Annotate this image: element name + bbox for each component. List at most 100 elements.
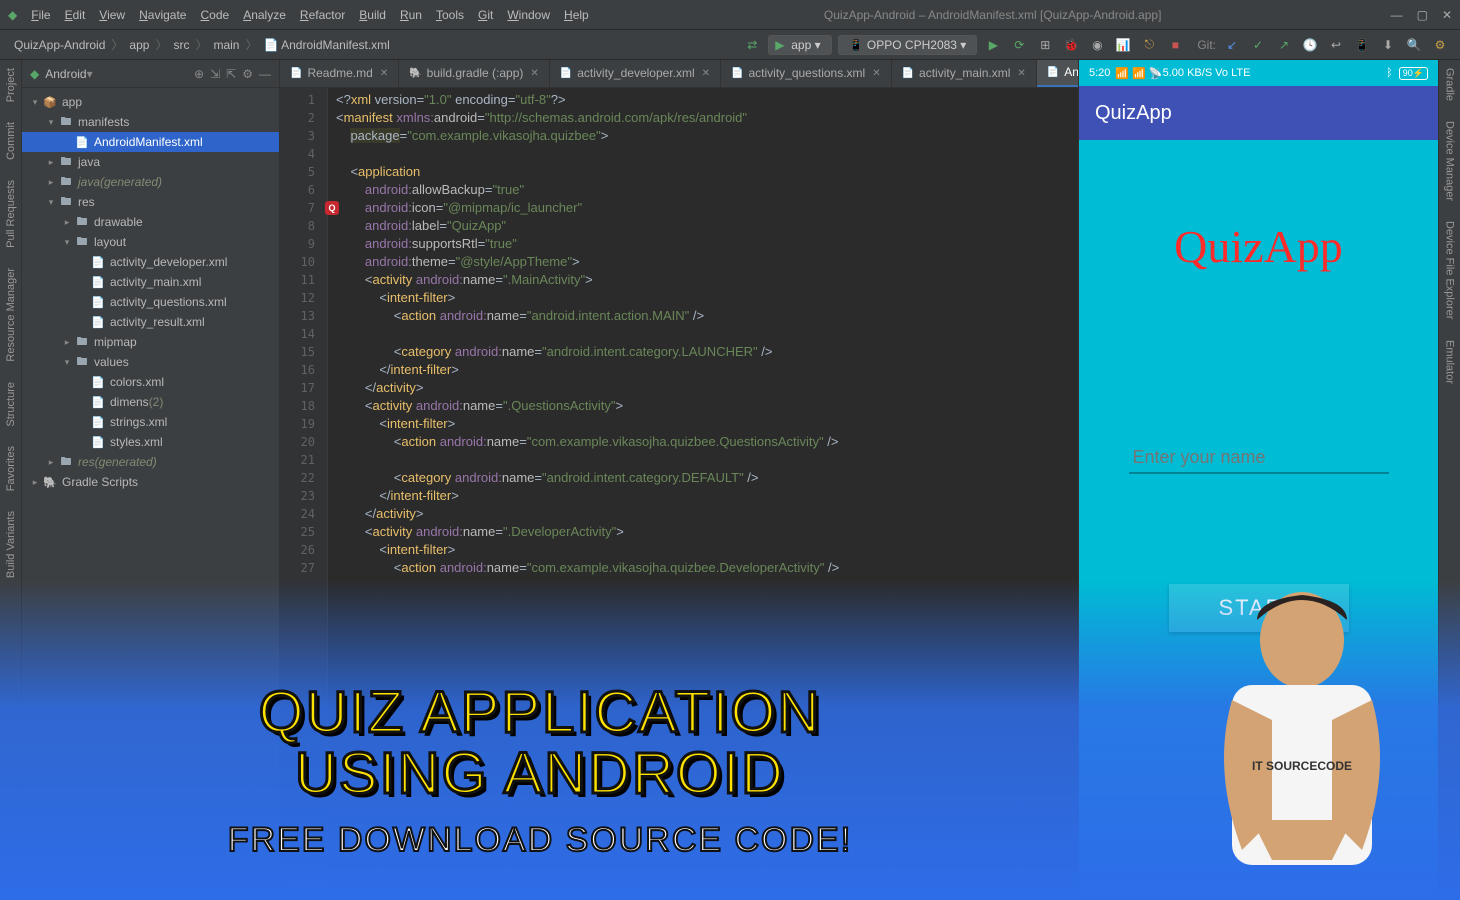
tool-tab-favorites[interactable]: Favorites (5, 446, 17, 491)
editor-mode-tab[interactable]: Text (290, 880, 330, 898)
code-line[interactable]: <activity android:name=".MainActivity"> (336, 271, 1070, 289)
run-icon[interactable]: ▶ (985, 37, 1001, 53)
run-config-select[interactable]: app ▾ (768, 35, 831, 55)
crumb[interactable]: QuizApp-Android (10, 36, 109, 54)
tree-node[interactable]: ▸🖿mipmap (22, 332, 279, 352)
menu-refactor[interactable]: Refactor (294, 5, 351, 25)
tool-tab-resource-manager[interactable]: Resource Manager (5, 268, 17, 362)
tree-node[interactable]: ▸🐘Gradle Scripts (22, 472, 279, 492)
menu-build[interactable]: Build (353, 5, 392, 25)
tool-tab-device-manager[interactable]: Device Manager (1444, 121, 1456, 201)
code-line[interactable] (336, 451, 1070, 469)
code-line[interactable]: <intent-filter> (336, 289, 1070, 307)
tree-node[interactable]: ▾🖿manifests (22, 112, 279, 132)
avd-icon[interactable]: 📱 (1354, 37, 1370, 53)
code-line[interactable]: <intent-filter> (336, 541, 1070, 559)
coverage-icon[interactable]: ◉ (1089, 37, 1105, 53)
code-line[interactable]: <action android:name="com.example.vikaso… (336, 433, 1070, 451)
apply-changes-icon[interactable]: ⟳ (1011, 37, 1027, 53)
menu-run[interactable]: Run (394, 5, 428, 25)
tree-node[interactable]: 📄activity_questions.xml (22, 292, 279, 312)
debug-icon[interactable]: 🐞 (1063, 37, 1079, 53)
menu-git[interactable]: Git (472, 5, 499, 25)
close-tab-icon[interactable]: ✕ (1017, 68, 1025, 79)
menu-navigate[interactable]: Navigate (133, 5, 192, 25)
name-input[interactable] (1129, 443, 1389, 474)
close-icon[interactable]: ✕ (1442, 8, 1452, 22)
code-line[interactable]: </intent-filter> (336, 487, 1070, 505)
minimize-icon[interactable]: — (1391, 8, 1403, 22)
git-update-icon[interactable]: ↙ (1224, 37, 1240, 53)
code-line[interactable]: </activity> (336, 379, 1070, 397)
tool-tab-gradle[interactable]: Gradle (1444, 68, 1456, 101)
code-line[interactable]: <category android:name="android.intent.c… (336, 343, 1070, 361)
code-line[interactable]: <action android:name="com.example.vikaso… (336, 559, 1070, 577)
close-tab-icon[interactable]: ✕ (380, 68, 388, 79)
tree-node[interactable]: ▾🖿values (22, 352, 279, 372)
close-tab-icon[interactable]: ✕ (530, 68, 538, 79)
tree-node[interactable]: 📄dimens (2) (22, 392, 279, 412)
code-line[interactable]: android:supportsRtl="true" (336, 235, 1070, 253)
sync-icon[interactable]: ⇄ (744, 37, 760, 53)
tree-node[interactable]: 📄activity_developer.xml (22, 252, 279, 272)
crumb[interactable]: app (125, 36, 153, 54)
code-line[interactable]: <?xml version="1.0" encoding="utf-8"?> (336, 91, 1070, 109)
git-commit-icon[interactable]: ✓ (1250, 37, 1266, 53)
crumb[interactable]: src (169, 36, 193, 54)
search-icon[interactable]: 🔍 (1406, 37, 1422, 53)
tool-tab-commit[interactable]: Commit (5, 122, 17, 160)
settings-icon[interactable]: ⚙ (1432, 37, 1448, 53)
git-push-icon[interactable]: ↗ (1276, 37, 1292, 53)
profiler-icon[interactable]: 📊 (1115, 37, 1131, 53)
tree-node[interactable]: ▾🖿layout (22, 232, 279, 252)
hide-icon[interactable]: — (259, 67, 271, 81)
tree-node[interactable]: 📄strings.xml (22, 412, 279, 432)
sdk-icon[interactable]: ⬇ (1380, 37, 1396, 53)
code-line[interactable]: <category android:name="android.intent.c… (336, 469, 1070, 487)
editor-tab[interactable]: 📄activity_developer.xml✕ (550, 60, 721, 87)
git-history-icon[interactable]: 🕓 (1302, 37, 1318, 53)
code-line[interactable]: <application (336, 163, 1070, 181)
tree-node[interactable]: ▸🖿java (22, 152, 279, 172)
tree-node[interactable]: 📄colors.xml (22, 372, 279, 392)
tree-node[interactable]: ▾📦app (22, 92, 279, 112)
menu-window[interactable]: Window (501, 5, 556, 25)
device-select[interactable]: 📱 OPPO CPH2083 ▾ (838, 35, 978, 55)
close-tab-icon[interactable]: ✕ (872, 68, 880, 79)
editor-tab[interactable]: 📄activity_main.xml✕ (892, 60, 1037, 87)
tree-node[interactable]: 📄styles.xml (22, 432, 279, 452)
code-line[interactable]: android:label="QuizApp" (336, 217, 1070, 235)
code-line[interactable]: android:theme="@style/AppTheme"> (336, 253, 1070, 271)
close-tab-icon[interactable]: ✕ (702, 68, 710, 79)
gutter-marker-icon[interactable]: Q (325, 201, 339, 215)
tree-node[interactable]: ▾🖿res (22, 192, 279, 212)
tool-tab-build-variants[interactable]: Build Variants (5, 511, 17, 578)
code-line[interactable]: android:icon="@mipmap/ic_launcher" (336, 199, 1070, 217)
tool-tab-device-file-explorer[interactable]: Device File Explorer (1444, 221, 1456, 319)
menu-edit[interactable]: Edit (59, 5, 92, 25)
code-line[interactable]: </activity> (336, 505, 1070, 523)
tool-tab-pull-requests[interactable]: Pull Requests (5, 180, 17, 248)
menu-help[interactable]: Help (558, 5, 595, 25)
git-rollback-icon[interactable]: ↩ (1328, 37, 1344, 53)
editor-tab[interactable]: 📄AndroidManifest.xml✕ (1037, 60, 1078, 87)
code-line[interactable]: <activity android:name=".QuestionsActivi… (336, 397, 1070, 415)
tree-node[interactable]: 📄activity_result.xml (22, 312, 279, 332)
menu-file[interactable]: File (25, 5, 56, 25)
tree-node[interactable]: ▸🖿res (generated) (22, 452, 279, 472)
stop-icon[interactable]: ■ (1167, 37, 1183, 53)
expand-icon[interactable]: ⇲ (210, 67, 220, 81)
tree-node[interactable]: ▸🖿java (generated) (22, 172, 279, 192)
select-opened-icon[interactable]: ⊕ (194, 67, 204, 81)
editor-tab[interactable]: 🐘build.gradle (:app)✕ (399, 60, 550, 87)
tool-tab-emulator[interactable]: Emulator (1444, 340, 1456, 384)
editor-tab[interactable]: 📄Readme.md✕ (280, 60, 399, 87)
tool-tab-structure[interactable]: Structure (5, 382, 17, 427)
menu-code[interactable]: Code (194, 5, 235, 25)
code-line[interactable]: </intent-filter> (336, 361, 1070, 379)
menu-tools[interactable]: Tools (430, 5, 470, 25)
code-line[interactable]: <activity android:name=".DeveloperActivi… (336, 523, 1070, 541)
editor-tab[interactable]: 📄activity_questions.xml✕ (721, 60, 892, 87)
menu-analyze[interactable]: Analyze (237, 5, 292, 25)
project-view-select[interactable]: Android (45, 67, 86, 81)
